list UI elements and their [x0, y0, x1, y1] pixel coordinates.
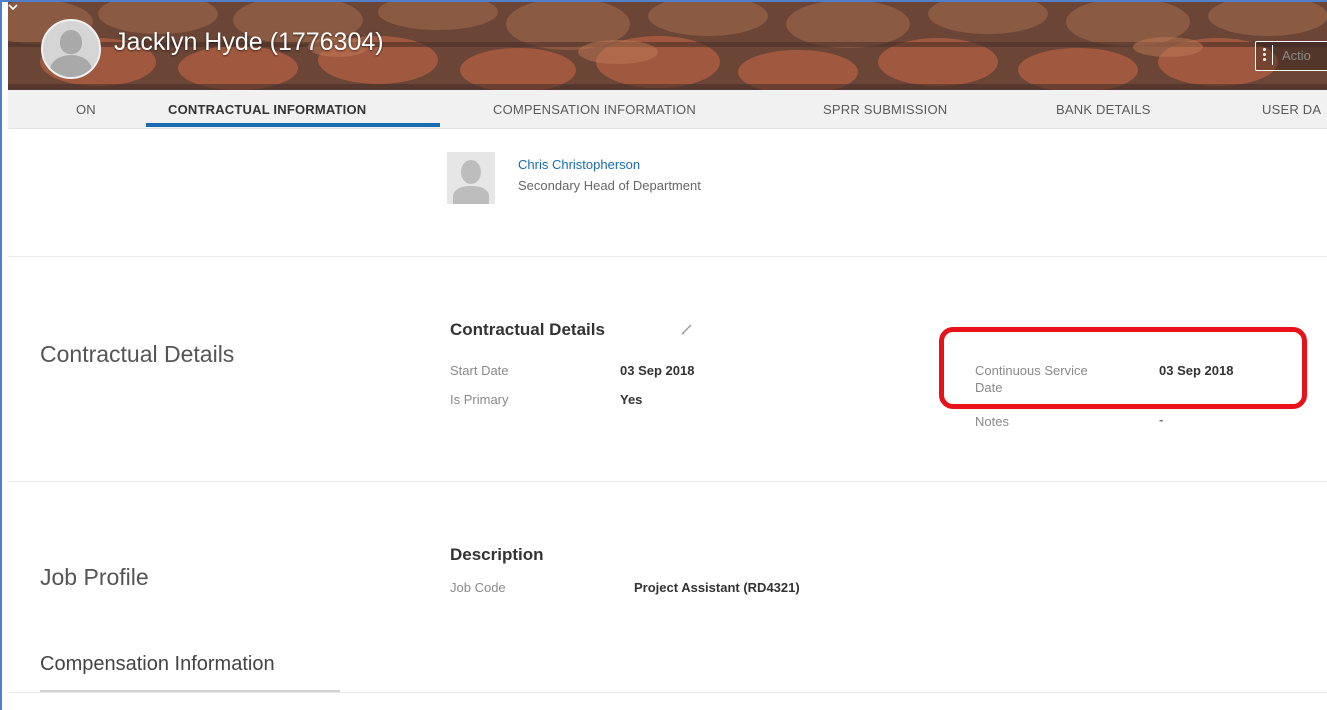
notes-value: - — [1159, 412, 1164, 427]
employee-name[interactable]: Jacklyn Hyde (1776304) — [114, 28, 384, 57]
manager-role: Secondary Head of Department — [518, 178, 701, 193]
section-tab-bar: ON CONTRACTUAL INFORMATION COMPENSATION … — [8, 90, 1327, 129]
tab-on[interactable]: ON — [76, 102, 96, 117]
section-divider — [8, 256, 1327, 257]
tab-contractual-information[interactable]: CONTRACTUAL INFORMATION — [168, 102, 366, 117]
job-code-value: Project Assistant (RD4321) — [634, 580, 800, 595]
active-tab-indicator — [146, 123, 440, 127]
pencil-icon[interactable] — [680, 322, 694, 336]
section-divider — [8, 692, 1327, 693]
tab-user-data[interactable]: USER DA — [1262, 102, 1321, 117]
highlight-annotation-box — [939, 327, 1307, 409]
job-code-label: Job Code — [450, 580, 506, 595]
description-subhead: Description — [450, 545, 544, 564]
actions-button[interactable]: Actio — [1255, 41, 1327, 71]
manager-photo — [447, 152, 495, 204]
start-date-label: Start Date — [450, 363, 509, 378]
actions-label: Actio — [1282, 48, 1311, 63]
notes-label: Notes — [975, 414, 1009, 429]
compensation-information-section-title[interactable]: Compensation Information — [40, 653, 275, 676]
start-date-value: 03 Sep 2018 — [620, 363, 695, 378]
employee-avatar[interactable] — [41, 19, 101, 79]
window-frame-left — [0, 0, 2, 710]
is-primary-value: Yes — [620, 392, 643, 407]
profile-header-banner: Jacklyn Hyde (1776304) Actio — [8, 2, 1327, 90]
section-divider — [8, 481, 1327, 482]
contractual-details-subhead: Contractual Details — [450, 320, 605, 339]
contractual-details-section-title: Contractual Details — [40, 341, 235, 367]
manager-name-link[interactable]: Chris Christopherson — [518, 157, 640, 172]
tab-compensation-information[interactable]: COMPENSATION INFORMATION — [493, 102, 696, 117]
is-primary-label: Is Primary — [450, 392, 509, 407]
tab-bank-details[interactable]: BANK DETAILS — [1056, 102, 1151, 117]
more-vertical-icon — [1263, 46, 1267, 64]
job-profile-section-title: Job Profile — [40, 564, 149, 590]
tab-sprr-submission[interactable]: SPRR SUBMISSION — [823, 102, 947, 117]
chevron-down-icon[interactable] — [8, 2, 18, 12]
